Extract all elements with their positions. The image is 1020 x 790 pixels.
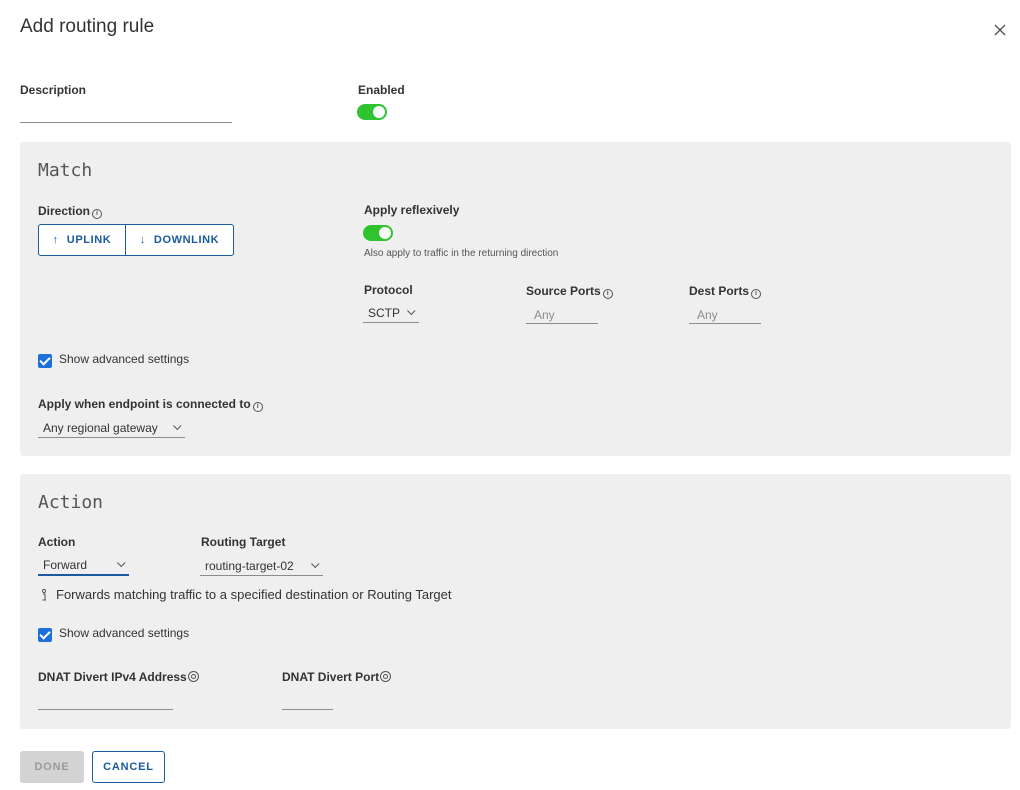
chevron-down-icon	[311, 559, 320, 568]
cancel-button[interactable]: CANCEL	[92, 751, 165, 783]
match-advanced-label: Show advanced settings	[59, 352, 190, 366]
arrow-up-icon: ↑	[52, 234, 59, 246]
source-ports-input[interactable]	[526, 306, 598, 324]
source-ports-label: Source Ports i	[526, 284, 613, 299]
endpoint-label: Apply when endpoint is connected to i	[38, 397, 263, 412]
enabled-toggle[interactable]	[357, 104, 387, 120]
gear-icon[interactable]	[187, 671, 199, 682]
protocol-label: Protocol	[364, 283, 413, 297]
match-title: Match	[38, 160, 93, 181]
info-icon[interactable]: i	[751, 289, 762, 299]
description-input[interactable]	[20, 105, 232, 123]
chevron-down-icon	[173, 421, 182, 430]
action-advanced-label: Show advanced settings	[59, 626, 190, 640]
action-select[interactable]: Forward	[38, 556, 129, 576]
arrow-down-icon: ↓	[139, 234, 146, 246]
action-hint-text: Forwards matching traffic to a specified…	[56, 587, 452, 602]
close-icon	[994, 24, 1006, 36]
info-icon[interactable]: i	[252, 402, 263, 412]
reflexive-help-text: Also apply to traffic in the returning d…	[364, 248, 559, 259]
routing-target-select[interactable]: routing-target-02	[200, 556, 323, 576]
endpoint-select[interactable]: Any regional gateway	[38, 418, 185, 438]
reflexive-toggle[interactable]	[363, 225, 393, 241]
routing-target-label: Routing Target	[201, 535, 286, 549]
uplink-label: UPLINK	[66, 234, 112, 246]
dialog-title: Add routing rule	[20, 16, 155, 37]
description-label: Description	[20, 83, 87, 97]
protocol-value: SCTP	[368, 305, 401, 320]
direction-label-text: Direction	[38, 204, 91, 218]
done-button[interactable]: DONE	[20, 751, 84, 783]
direction-label: Direction i	[38, 204, 103, 219]
direction-segmented-control: ↑ UPLINK ↓ DOWNLINK	[38, 224, 234, 256]
dnat-ip-input[interactable]	[38, 692, 173, 710]
dnat-ip-label: DNAT Divert IPv4 Address	[38, 670, 199, 684]
direction-downlink-button[interactable]: ↓ DOWNLINK	[125, 225, 233, 255]
dnat-port-label-text: DNAT Divert Port	[282, 670, 380, 684]
downlink-label: DOWNLINK	[153, 234, 220, 246]
source-ports-label-text: Source Ports	[526, 284, 601, 298]
hint-icon	[39, 588, 49, 602]
action-title: Action	[38, 492, 104, 513]
chevron-down-icon	[407, 306, 416, 315]
routing-target-value: routing-target-02	[205, 558, 294, 573]
dest-ports-label: Dest Ports i	[689, 284, 762, 299]
info-icon[interactable]: i	[92, 209, 103, 219]
dnat-port-label: DNAT Divert Port	[282, 670, 392, 684]
dest-ports-input[interactable]	[689, 306, 761, 324]
action-value: Forward	[43, 558, 88, 572]
dest-ports-label-text: Dest Ports	[689, 284, 750, 298]
dnat-port-input[interactable]	[282, 692, 333, 710]
reflexive-label: Apply reflexively	[364, 203, 460, 217]
match-advanced-checkbox[interactable]	[38, 354, 52, 368]
close-button[interactable]	[990, 20, 1010, 40]
info-icon[interactable]: i	[602, 289, 613, 299]
enabled-label: Enabled	[358, 83, 405, 97]
chevron-down-icon	[117, 558, 126, 568]
dnat-ip-label-text: DNAT Divert IPv4 Address	[38, 670, 187, 684]
gear-icon[interactable]	[380, 671, 392, 682]
direction-uplink-button[interactable]: ↑ UPLINK	[39, 225, 125, 255]
endpoint-value: Any regional gateway	[43, 420, 158, 435]
action-label: Action	[38, 535, 76, 549]
action-advanced-checkbox[interactable]	[38, 628, 52, 642]
endpoint-label-text: Apply when endpoint is connected to	[38, 397, 251, 411]
protocol-select[interactable]: SCTP	[363, 303, 419, 323]
